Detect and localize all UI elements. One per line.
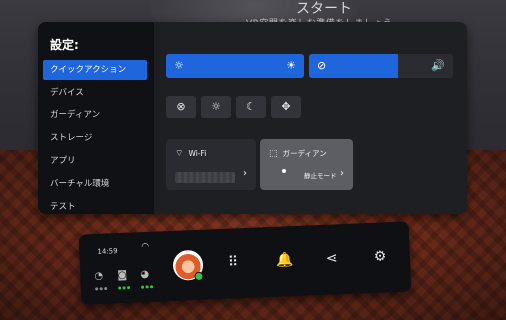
settings-gear-icon[interactable]: ⚙: [374, 248, 387, 264]
right-controller-icon: ◕: [140, 268, 150, 281]
notifications-bell-icon[interactable]: 🔔: [276, 252, 294, 269]
volume-slider[interactable]: ⊘ 🔊: [309, 54, 453, 78]
brightness-low-icon: ☼: [174, 59, 184, 72]
mute-icon: ⊘: [317, 59, 327, 72]
recenter-icon: ✥: [281, 100, 291, 113]
guardian-mode: 静止モード: [304, 172, 337, 180]
brightness-slider[interactable]: ☼ ☀: [166, 54, 304, 78]
guardian-header: ⬚ ガーディアン: [269, 148, 327, 159]
wifi-header: ⌔ Wi-Fi: [175, 148, 206, 159]
left-controller-battery: ●●●: [94, 285, 109, 292]
settings-sidebar: 設定: クイックアクション デバイス ガーディアン ストレージ アプリ バーチャ…: [38, 22, 154, 214]
brightness-fill: [166, 54, 304, 78]
wifi-label: Wi-Fi: [188, 149, 207, 158]
brightness-toggle-button[interactable]: ☼: [201, 96, 231, 118]
sidebar-item-quick-actions[interactable]: クイックアクション: [43, 60, 147, 80]
volume-icon: 🔊: [431, 59, 445, 72]
right-controller-battery: ●●●: [140, 283, 155, 290]
mic-mute-button[interactable]: ⊗: [166, 96, 196, 118]
apps-grid-icon[interactable]: ⠿: [228, 254, 239, 270]
settings-panel: 設定: クイックアクション デバイス ガーディアン ストレージ アプリ バーチャ…: [38, 22, 467, 214]
recenter-button[interactable]: ✥: [271, 96, 301, 118]
left-controller-icon: ◔: [94, 270, 104, 283]
headset-battery: ●●●: [117, 284, 132, 291]
wifi-network-name-obscured: [175, 172, 235, 183]
clock: 14:59: [97, 247, 118, 256]
sidebar-item-devices[interactable]: デバイス: [43, 83, 147, 103]
system-bar: 14:59 ◠ ◔ ◙ ◕ ●●● ●●● ●●● ⠿ 🔔 ⋖ ⚙: [78, 221, 412, 305]
wifi-card[interactable]: ⌔ Wi-Fi ›: [166, 139, 256, 190]
sidebar-item-test[interactable]: テスト: [43, 197, 147, 214]
wifi-icon: ⌔: [175, 149, 184, 159]
headset-icon: ◙: [117, 269, 128, 282]
online-status-dot: [194, 271, 204, 282]
sidebar-item-guardian[interactable]: ガーディアン: [43, 105, 147, 125]
night-mode-button[interactable]: ☾: [236, 96, 266, 118]
chevron-right-icon: ›: [340, 168, 344, 179]
brightness-toggle-icon: ☼: [211, 100, 221, 113]
guardian-card[interactable]: ⬚ ガーディアン 静止モード ›: [260, 139, 353, 190]
sidebar-item-virtual-environment[interactable]: バーチャル環境: [43, 174, 147, 194]
settings-title: 設定:: [50, 38, 79, 52]
guardian-mode-dot: [282, 169, 286, 173]
brightness-high-icon: ☀: [286, 59, 296, 72]
guardian-boundary-icon: ⬚: [269, 149, 278, 159]
sidebar-item-storage[interactable]: ストレージ: [43, 128, 147, 148]
wifi-status-icon: ◠: [141, 241, 150, 253]
mic-mute-icon: ⊗: [176, 100, 186, 113]
chevron-right-icon: ›: [243, 168, 247, 179]
guardian-label: ガーディアン: [282, 149, 327, 158]
share-icon[interactable]: ⋖: [326, 250, 338, 266]
quick-actions-content: ☼ ☀ ⊘ 🔊 ⊗ ☼ ☾ ✥ ⌔ Wi-Fi › ⬚ ガーディアン 静止モード…: [154, 22, 467, 214]
night-mode-icon: ☾: [246, 100, 256, 113]
sidebar-item-apps[interactable]: アプリ: [43, 151, 147, 171]
